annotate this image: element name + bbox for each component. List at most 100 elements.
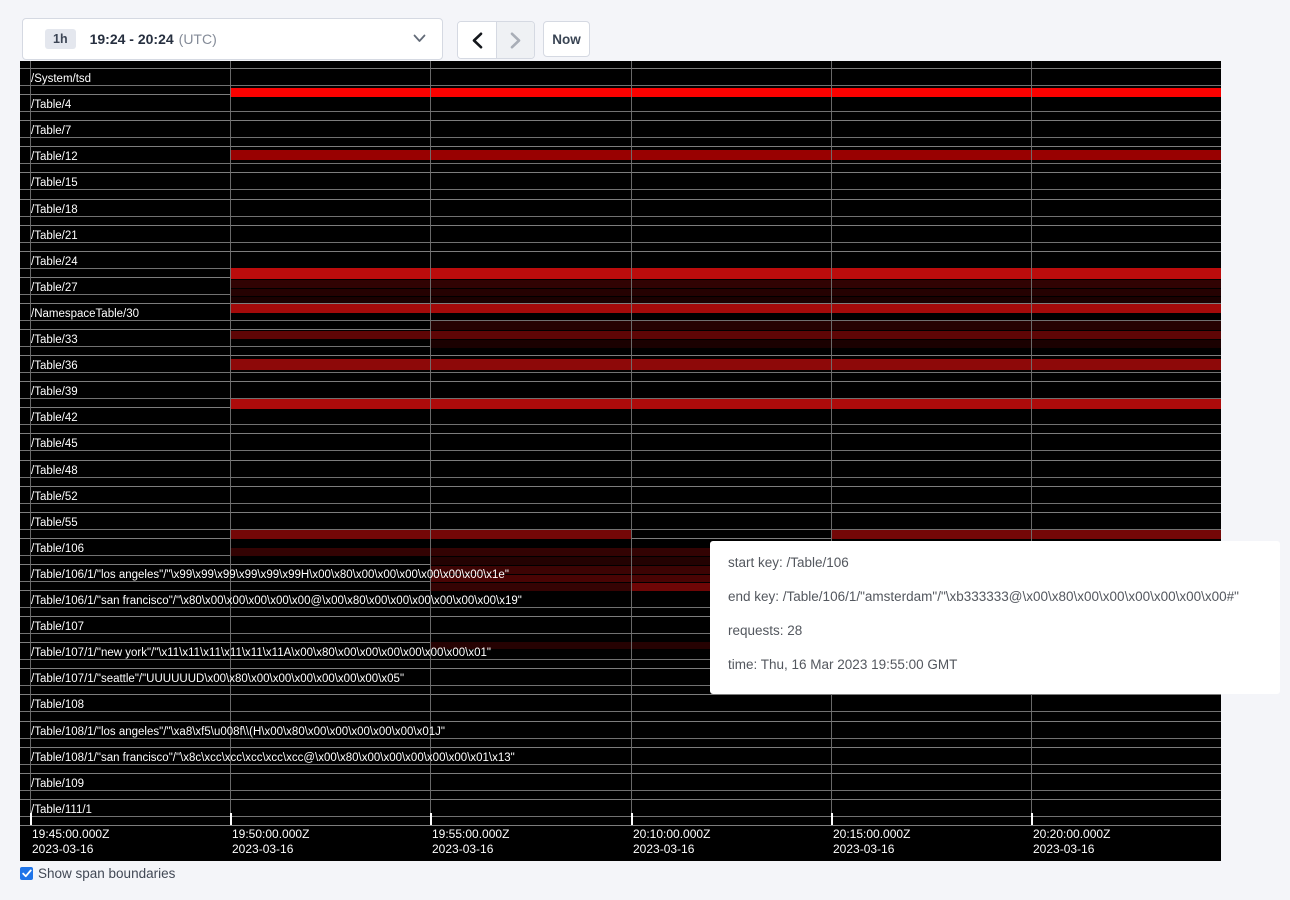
time-tick	[1031, 813, 1033, 825]
span-boundary-line	[20, 120, 1221, 121]
span-boundary-line	[20, 433, 1221, 434]
time-axis-label: 19:45:00.000Z2023-03-16	[32, 827, 109, 857]
row-label: /Table/106/1/"los angeles"/"\x99\x99\x99…	[31, 569, 509, 582]
time-axis-label: 20:10:00.000Z2023-03-16	[633, 827, 710, 857]
heatmap-band[interactable]	[230, 304, 1221, 314]
span-boundary-line	[20, 111, 1221, 112]
span-boundary-line	[20, 242, 1221, 243]
heatmap-band[interactable]	[230, 289, 1221, 296]
now-button[interactable]: Now	[543, 21, 590, 57]
row-label: /Table/52	[31, 491, 78, 504]
heatmap-band[interactable]	[230, 280, 1221, 288]
time-axis-label: 19:55:00.000Z2023-03-16	[432, 827, 509, 857]
time-bucket-line	[230, 61, 231, 825]
time-tick	[831, 813, 833, 825]
heatmap-band[interactable]	[831, 530, 1221, 539]
span-boundary-line	[20, 721, 1221, 722]
toolbar: 1h 19:24 - 20:24 (UTC) Now	[0, 0, 1290, 61]
chevron-down-icon	[413, 30, 426, 48]
row-label: /Table/7	[31, 125, 71, 138]
duration-badge: 1h	[45, 29, 76, 49]
span-boundary-line	[20, 163, 1221, 164]
now-button-label: Now	[552, 32, 581, 47]
time-axis-label: 19:50:00.000Z2023-03-16	[232, 827, 309, 857]
span-boundary-line	[20, 251, 1221, 252]
span-boundary-line	[20, 747, 1221, 748]
heatmap-band[interactable]	[230, 88, 1221, 97]
heatmap-band[interactable]	[430, 340, 1221, 348]
span-boundary-line	[20, 816, 1221, 817]
row-label: /Table/33	[31, 334, 78, 347]
row-label: /Table/109	[31, 778, 84, 791]
heatmap-band[interactable]	[230, 331, 1221, 340]
row-label: /Table/48	[31, 465, 78, 478]
tooltip-start-key: start key: /Table/106	[728, 553, 1262, 572]
time-tick	[631, 813, 633, 825]
previous-interval-button[interactable]	[458, 22, 496, 58]
show-span-boundaries-label: Show span boundaries	[38, 866, 175, 882]
timezone-text: (UTC)	[179, 31, 217, 47]
time-axis-label: 20:20:00.000Z2023-03-16	[1033, 827, 1110, 857]
row-label: /Table/39	[31, 386, 78, 399]
row-label: /Table/12	[31, 151, 78, 164]
row-label: /Table/111/1	[31, 804, 92, 817]
span-boundary-line	[20, 68, 1221, 69]
next-interval-button-disabled[interactable]	[496, 22, 534, 58]
tooltip-requests: requests: 28	[728, 621, 1262, 640]
row-label: /NamespaceTable/30	[31, 308, 139, 321]
chevron-right-icon	[509, 32, 522, 49]
row-label: /Table/4	[31, 99, 71, 112]
span-boundary-line	[20, 372, 1221, 373]
row-label: /Table/108	[31, 699, 84, 712]
time-bucket-line	[1031, 61, 1032, 825]
heatmap-band[interactable]	[230, 268, 1221, 279]
span-boundary-line	[20, 225, 1221, 226]
span-boundary-line	[20, 355, 1221, 356]
time-bucket-line	[631, 61, 632, 825]
row-label: /Table/106	[31, 543, 84, 556]
span-tooltip: start key: /Table/106 end key: /Table/10…	[710, 541, 1280, 694]
chevron-left-icon	[471, 32, 484, 49]
row-label: /Table/27	[31, 282, 78, 295]
key-visualizer-canvas[interactable]: 19:45:00.000Z2023-03-16 19:50:00.000Z2023…	[20, 61, 1221, 861]
heatmap-band[interactable]	[230, 399, 1221, 409]
time-range-text: 19:24 - 20:24	[90, 31, 174, 47]
row-label: /Table/36	[31, 360, 78, 373]
row-label: /Table/107	[31, 621, 84, 634]
heatmap-band[interactable]	[230, 359, 1221, 370]
span-boundary-line	[20, 189, 1221, 190]
span-boundary-line	[20, 790, 1221, 791]
row-label: /Table/107/1/"seattle"/"UUUUUUD\x00\x80\…	[31, 673, 404, 686]
span-boundary-line	[20, 146, 1221, 147]
row-label: /Table/107/1/"new york"/"\x11\x11\x11\x1…	[31, 647, 491, 660]
span-boundary-line	[20, 477, 1221, 478]
row-label: /Table/45	[31, 438, 78, 451]
span-boundary-line	[20, 424, 1221, 425]
time-bucket-line	[430, 61, 431, 825]
span-boundary-line	[20, 486, 1221, 487]
heatmap-band[interactable]	[230, 297, 1221, 303]
span-boundary-line	[20, 381, 1221, 382]
span-boundary-line	[20, 199, 1221, 200]
time-range-selector[interactable]: 1h 19:24 - 20:24 (UTC)	[22, 18, 443, 60]
row-label: /Table/108/1/"san francisco"/"\x8c\xcc\x…	[31, 752, 515, 765]
row-label: /Table/15	[31, 177, 78, 190]
row-label: /Table/55	[31, 517, 78, 530]
time-bucket-line	[831, 61, 832, 825]
span-boundary-line	[20, 512, 1221, 513]
span-boundary-line	[20, 773, 1221, 774]
span-boundary-line	[20, 460, 1221, 461]
time-axis-label: 20:15:00.000Z2023-03-16	[833, 827, 910, 857]
tooltip-end-key: end key: /Table/106/1/"amsterdam"/"\xb33…	[728, 587, 1262, 606]
heatmap-band[interactable]	[230, 150, 1221, 160]
row-label: /System/tsd	[31, 73, 91, 86]
span-boundary-line	[20, 711, 1221, 712]
heatmap-band[interactable]	[430, 321, 1221, 330]
checkbox-checked-icon	[22, 869, 32, 878]
row-label: /Table/106/1/"san francisco"/"\x80\x00\x…	[31, 595, 522, 608]
show-span-boundaries-checkbox[interactable]	[20, 867, 33, 880]
span-boundary-line	[20, 216, 1221, 217]
row-label: /Table/108/1/"los angeles"/"\xa8\xf5\u00…	[31, 726, 445, 739]
row-label: /Table/18	[31, 204, 78, 217]
row-label: /Table/21	[31, 230, 78, 243]
